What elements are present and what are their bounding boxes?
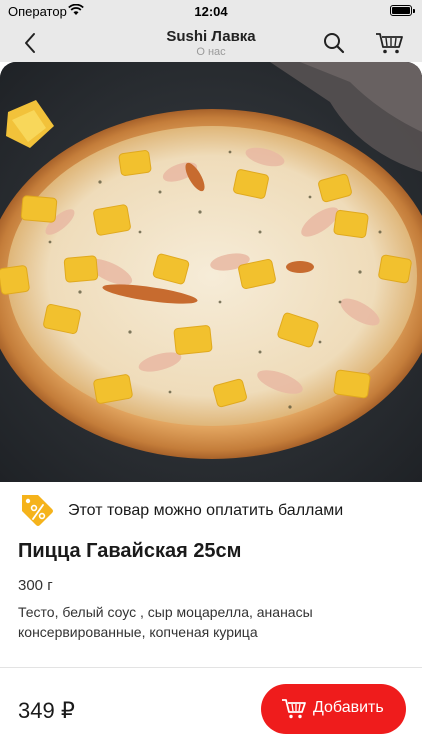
product-description: Тесто, белый соус , сыр моцарелла, анана… [18, 604, 313, 640]
search-button[interactable] [320, 30, 348, 56]
cart-button[interactable] [374, 30, 404, 56]
points-notice: Этот товар можно оплатить баллами [18, 491, 408, 531]
battery-icon [390, 5, 415, 16]
cart-icon [282, 699, 306, 719]
product-price: 349 ₽ [18, 698, 75, 723]
divider [0, 667, 422, 668]
status-time: 12:04 [194, 4, 228, 19]
cart-icon [376, 33, 403, 54]
nav-subtitle-about[interactable]: О нас [0, 46, 422, 58]
add-button-label: Добавить [313, 699, 384, 716]
percent-tag-icon [22, 495, 53, 526]
add-to-cart-button[interactable]: Добавить [261, 684, 406, 734]
search-icon [324, 33, 345, 54]
navigation-bar: Sushi Лавка О нас [0, 22, 422, 62]
product-title: Пицца Гавайская 25см [18, 540, 242, 562]
product-weight: 300 г [18, 577, 53, 594]
nav-title: Sushi Лавка [166, 28, 256, 45]
product-image [0, 62, 422, 482]
status-bar: Оператор 12:04 [0, 0, 422, 22]
pizza-photo [0, 62, 422, 482]
points-notice-text: Этот товар можно оплатить баллами [68, 502, 344, 519]
